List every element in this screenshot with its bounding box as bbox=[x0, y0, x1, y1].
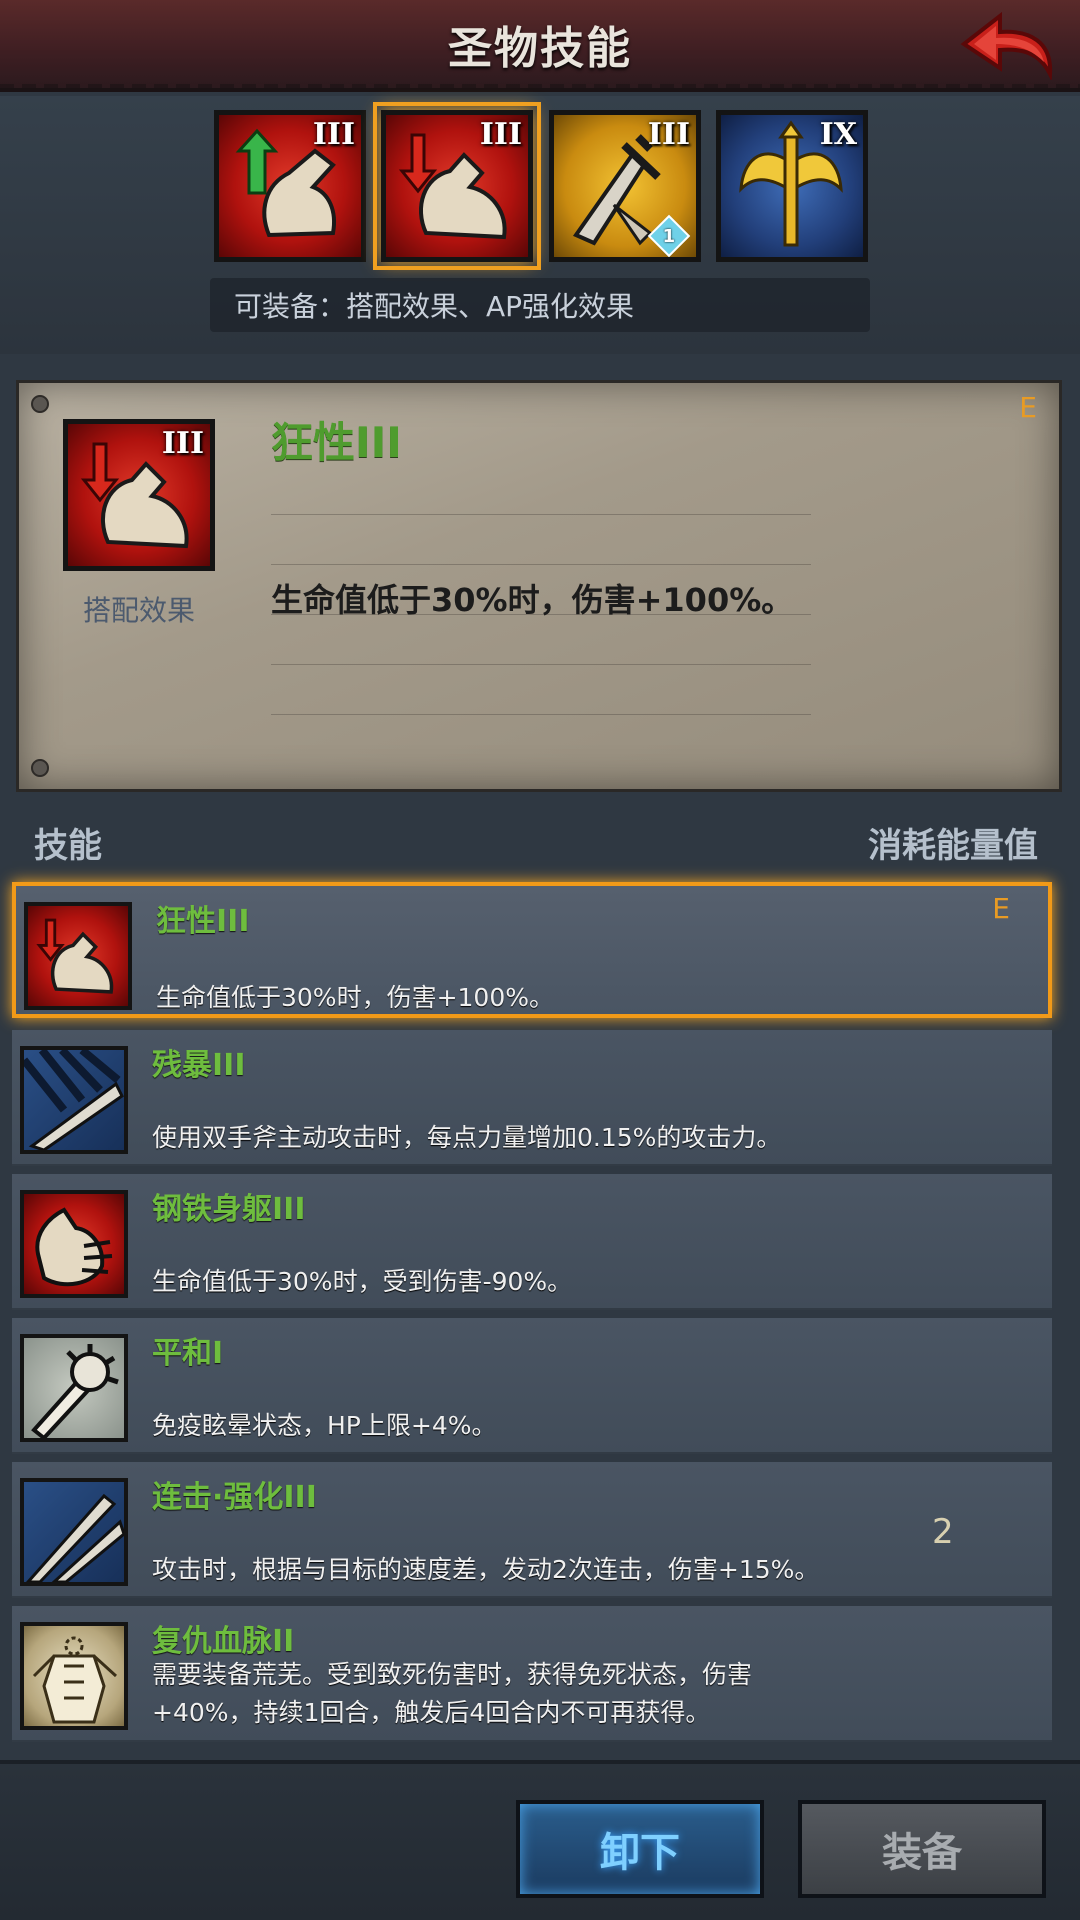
skill-name: 狂性III bbox=[156, 904, 250, 939]
skill-icon bbox=[20, 1622, 128, 1730]
detail-skill-icon: III bbox=[63, 419, 215, 571]
headless-warrior-icon bbox=[32, 1636, 118, 1724]
skill-name: 平和I bbox=[152, 1336, 224, 1371]
skill-name: 复仇血脉II bbox=[152, 1624, 295, 1659]
detail-grade: E bbox=[1019, 391, 1037, 424]
fist-shield-icon bbox=[35, 1207, 113, 1287]
relic-level: III bbox=[312, 117, 355, 152]
bottom-action-bar: 卸下 装备 bbox=[0, 1760, 1080, 1920]
relic-slot-panel: III III III 1 IX 可装备：搭配效果、AP强化效果 bbox=[0, 96, 1080, 354]
spiked-club-icon bbox=[31, 1344, 119, 1438]
header: 圣物技能 bbox=[0, 0, 1080, 92]
skill-icon bbox=[20, 1478, 128, 1586]
list-header-skill: 技能 bbox=[34, 826, 102, 866]
skill-row[interactable]: 平和I 免疫眩晕状态，HP上限+4%。 bbox=[12, 1318, 1052, 1454]
skill-grade: E bbox=[992, 892, 1010, 925]
skill-name: 残暴III bbox=[152, 1048, 246, 1083]
relic-slot-4[interactable]: IX bbox=[716, 110, 868, 262]
relic-level: III bbox=[647, 117, 690, 152]
skill-icon bbox=[20, 1046, 128, 1154]
detail-type-label: 搭配效果 bbox=[82, 594, 195, 627]
relic-slot-1[interactable]: III bbox=[214, 110, 366, 262]
detail-skill-name: 狂性III bbox=[271, 418, 402, 467]
back-arrow-icon bbox=[960, 11, 1053, 80]
list-header-cost: 消耗能量值 bbox=[868, 826, 1038, 866]
skill-row[interactable]: 复仇血脉II 需要装备荒芜。受到致死伤害时，获得免死状态，伤害+40%，持续1回… bbox=[12, 1606, 1052, 1742]
bolt-icon bbox=[31, 759, 49, 777]
detail-description: 生命值低于30%时，伤害+100%。 bbox=[271, 581, 794, 619]
skill-name: 钢铁身躯III bbox=[152, 1192, 306, 1227]
skill-icon bbox=[20, 1334, 128, 1442]
skill-row[interactable]: 连击·强化III 攻击时，根据与目标的速度差，发动2次连击，伤害+15%。 2 bbox=[12, 1462, 1052, 1598]
skill-desc: 需要装备荒芜。受到致死伤害时，获得免死状态，伤害+40%，持续1回合，触发后4回… bbox=[152, 1660, 753, 1727]
unequip-button[interactable]: 卸下 bbox=[516, 1800, 764, 1898]
skill-detail-card: III 搭配效果 狂性III E 生命值低于30%时，伤害+100%。 bbox=[16, 380, 1062, 792]
skill-row[interactable]: 残暴III 使用双手斧主动攻击时，每点力量增加0.15%的攻击力。 bbox=[12, 1030, 1052, 1166]
bolt-icon bbox=[31, 395, 49, 413]
equip-note: 可装备：搭配效果、AP强化效果 bbox=[210, 278, 870, 332]
relic-level: III bbox=[479, 117, 522, 152]
equip-button[interactable]: 装备 bbox=[798, 1800, 1046, 1898]
relic-slot-3[interactable]: III 1 bbox=[549, 110, 701, 262]
skill-icon bbox=[24, 902, 132, 1010]
skill-desc: 攻击时，根据与目标的速度差，发动2次连击，伤害+15%。 bbox=[152, 1555, 820, 1584]
skill-row[interactable]: 狂性III 生命值低于30%时，伤害+100%。 E bbox=[12, 882, 1052, 1018]
skill-icon bbox=[20, 1190, 128, 1298]
skill-desc: 生命值低于30%时，伤害+100%。 bbox=[156, 983, 554, 1012]
skill-energy-cost: 2 bbox=[932, 1512, 954, 1552]
skill-desc: 免疫眩晕状态，HP上限+4%。 bbox=[152, 1411, 497, 1440]
skill-desc: 生命值低于30%时，受到伤害-90%。 bbox=[152, 1267, 573, 1296]
arm-arrow-down-icon bbox=[36, 918, 114, 994]
skill-row[interactable]: 钢铁身躯III 生命值低于30%时，受到伤害-90%。 bbox=[12, 1174, 1052, 1310]
claw-slash-icon bbox=[24, 1050, 124, 1150]
skill-desc: 使用双手斧主动攻击时，每点力量增加0.15%的攻击力。 bbox=[152, 1123, 782, 1152]
back-button[interactable] bbox=[958, 8, 1058, 82]
twin-blades-icon bbox=[25, 1493, 124, 1582]
relic-slot-2[interactable]: III bbox=[373, 102, 541, 270]
relic-level: IX bbox=[819, 117, 857, 152]
page-title: 圣物技能 bbox=[448, 23, 632, 74]
skill-name: 连击·强化III bbox=[152, 1480, 317, 1515]
detail-level: III bbox=[161, 426, 204, 461]
